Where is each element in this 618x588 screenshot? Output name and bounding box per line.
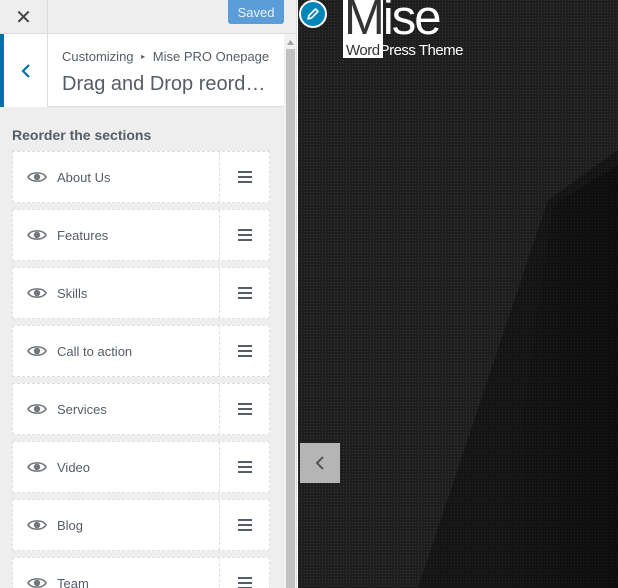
breadcrumb-separator: ▸ xyxy=(141,52,146,61)
hero-background xyxy=(298,0,618,588)
eye-icon[interactable] xyxy=(27,343,47,359)
customizer-header: ✕ Saved xyxy=(0,0,296,34)
edit-shortcut-button[interactable] xyxy=(299,0,327,28)
eye-icon[interactable] xyxy=(27,517,47,533)
site-logo[interactable]: Mise xyxy=(344,0,442,45)
sortable-item-label: About Us xyxy=(57,170,111,185)
site-tagline: WordPress Theme xyxy=(346,42,464,59)
breadcrumb-item: Mise PRO Onepage xyxy=(152,49,270,64)
eye-icon[interactable] xyxy=(27,285,47,301)
sortable-item[interactable]: Call to action xyxy=(12,325,270,377)
chevron-left-icon xyxy=(315,456,324,470)
sortable-item-label: Video xyxy=(57,460,91,475)
eye-icon[interactable] xyxy=(27,459,47,475)
back-button[interactable] xyxy=(0,34,48,107)
drag-handle-icon[interactable] xyxy=(219,152,269,202)
chevron-left-icon xyxy=(20,63,30,78)
logo-rest: ise xyxy=(382,0,442,45)
drag-handle-icon[interactable] xyxy=(219,384,269,434)
breadcrumb-item: Customizing xyxy=(62,49,134,64)
drag-handle-icon[interactable] xyxy=(219,210,269,260)
sortable-item[interactable]: Team xyxy=(12,557,270,588)
caret-up-icon xyxy=(287,39,294,45)
sortable-item[interactable]: Blog xyxy=(12,499,270,551)
sortable-item-label: Skills xyxy=(57,286,88,301)
section-header: Customizing ▸ Mise PRO Onepage Drag and … xyxy=(0,34,284,107)
sortable-item[interactable]: Skills xyxy=(12,267,270,319)
collapse-sidebar-button[interactable] xyxy=(300,443,340,483)
sortable-item-label: Call to action xyxy=(57,344,133,359)
sortable-item-label: Features xyxy=(57,228,109,243)
eye-icon[interactable] xyxy=(27,575,47,588)
section-title: Drag and Drop reorder… xyxy=(62,73,274,95)
sortable-item-label: Blog xyxy=(57,518,84,533)
drag-handle-icon[interactable] xyxy=(219,558,269,588)
pencil-icon xyxy=(307,8,319,20)
sortable-section-list: About Us Features Skills Call to action Serv… xyxy=(12,151,270,588)
drag-handle-icon[interactable] xyxy=(219,326,269,376)
drag-handle-icon[interactable] xyxy=(219,442,269,492)
scrollbar[interactable] xyxy=(284,34,296,588)
drag-handle-icon[interactable] xyxy=(219,268,269,318)
sortable-item[interactable]: Features xyxy=(12,209,270,261)
site-preview[interactable] xyxy=(298,0,618,588)
scrollbar-thumb[interactable] xyxy=(286,49,295,588)
eye-icon[interactable] xyxy=(27,169,47,185)
tagline-first: Word xyxy=(346,42,380,59)
customizer-sidebar: ✕ Saved Customizing ▸ Mise PRO Onepage D… xyxy=(0,0,297,588)
sortable-item[interactable]: About Us xyxy=(12,151,270,203)
eye-icon[interactable] xyxy=(27,227,47,243)
breadcrumb: Customizing ▸ Mise PRO Onepage xyxy=(62,49,269,64)
close-button[interactable]: ✕ xyxy=(0,0,48,34)
logo-initial: M xyxy=(344,0,385,45)
tagline-rest: Press Theme xyxy=(379,42,464,59)
control-label: Reorder the sections xyxy=(12,127,152,143)
sortable-item-label: Services xyxy=(57,402,107,417)
sortable-item[interactable]: Services xyxy=(12,383,270,435)
sortable-item[interactable]: Video xyxy=(12,441,270,493)
scroll-up-arrow[interactable] xyxy=(284,37,296,47)
sortable-item-label: Team xyxy=(57,576,89,588)
drag-handle-icon[interactable] xyxy=(219,500,269,550)
saved-button[interactable]: Saved xyxy=(228,0,284,24)
eye-icon[interactable] xyxy=(27,401,47,417)
close-icon: ✕ xyxy=(15,5,32,29)
